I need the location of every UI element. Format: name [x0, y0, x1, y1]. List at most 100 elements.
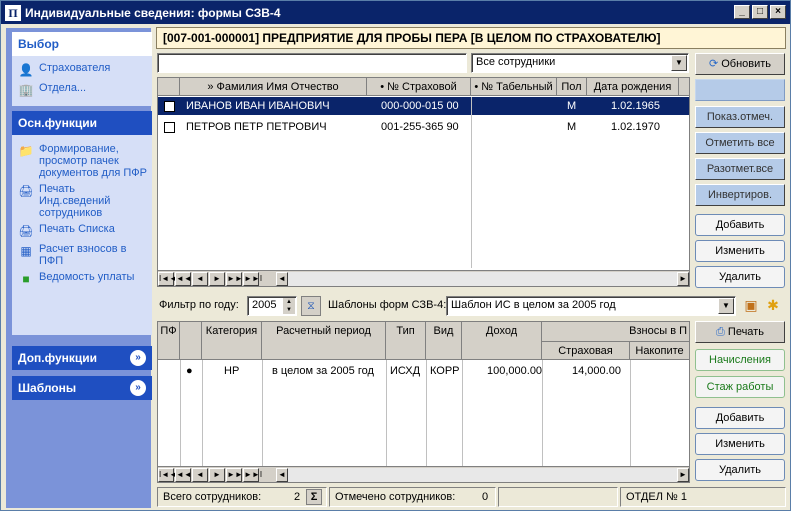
template-open-icon[interactable]: ▣ [742, 297, 760, 315]
mark-all-button[interactable]: Отметить все [695, 132, 785, 154]
spin-arrows-icon[interactable]: ▲ ▼ [283, 298, 295, 314]
chevron-down-icon[interactable]: ▼ [718, 298, 734, 314]
user-icon: 👤 [18, 63, 34, 77]
template-new-icon[interactable]: ✱ [764, 297, 782, 315]
extra-functions-title: Доп.функции [18, 351, 98, 365]
next-record-button[interactable]: ► [209, 271, 225, 286]
printer-icon: 🖨 [18, 224, 34, 238]
col-fio[interactable]: » Фамилия Имя Отчество [180, 78, 367, 96]
select-department-link[interactable]: 🏢 Отдела... [12, 80, 152, 100]
sum-icon[interactable]: Σ [306, 489, 322, 505]
prev-page-button[interactable]: ◄◄ [175, 271, 192, 286]
table-row[interactable]: ИВАНОВ ИВАН ИВАНОВИЧ 000-000-015 00 М 1.… [158, 97, 689, 115]
radio-icon[interactable]: ● [186, 362, 193, 380]
accruals-button[interactable]: Начисления [695, 349, 785, 371]
col-tab-no[interactable]: • № Табельный [471, 78, 557, 96]
col-savings-part[interactable]: Накопите [630, 342, 690, 360]
status-dept: ОТДЕЛ № 1 [620, 487, 786, 507]
col-marker [180, 322, 202, 360]
main-functions-panel: Осн.функции 📁 Формирование, просмотр паче… [12, 111, 152, 335]
row-checkbox[interactable] [164, 100, 175, 112]
last-record-button[interactable]: ►►I [243, 271, 262, 286]
status-empty [498, 487, 618, 507]
row-checkbox[interactable] [164, 121, 175, 133]
last-record-button[interactable]: ►►I [243, 467, 262, 482]
first-record-button[interactable]: I◄◄ [158, 467, 177, 482]
scroll-right-button[interactable]: ► [677, 467, 689, 482]
scroll-left-button[interactable]: ◄ [276, 271, 288, 286]
show-marked-button[interactable]: Показ.отмеч. [695, 106, 785, 128]
table-row[interactable]: ПЕТРОВ ПЕТР ПЕТРОВИЧ 001-255-365 90 М 1.… [158, 118, 689, 136]
unmark-all-button[interactable]: Разотмет.все [695, 158, 785, 180]
search-input[interactable] [157, 53, 467, 73]
col-kind[interactable]: Вид [426, 322, 462, 360]
filter-icon[interactable]: ⧖ [301, 296, 321, 316]
prev-record-button[interactable]: ◄ [192, 467, 208, 482]
add-employee-button[interactable]: Добавить [695, 214, 785, 236]
minimize-button[interactable]: _ [734, 5, 750, 19]
blank-button[interactable] [695, 79, 785, 101]
print-individual-link[interactable]: 🖨 Печать Инд.сведений сотрудников [12, 181, 152, 221]
next-record-button[interactable]: ► [209, 467, 225, 482]
forms-grid: ПФ Категория Расчетный период Тип Вид До… [157, 321, 690, 483]
row-sex: М [567, 121, 577, 133]
col-insurance-no[interactable]: • № Страховой [367, 78, 471, 96]
extra-functions-header[interactable]: Доп.функции » [12, 346, 152, 370]
h-scrollbar[interactable] [288, 467, 677, 482]
template-combo[interactable]: Шаблон ИС в целом за 2005 год ▼ [446, 296, 736, 316]
marked-value: 0 [482, 491, 489, 503]
table-row[interactable]: ● НР в целом за 2005 год ИСХД КОРР 100,0… [158, 362, 689, 380]
chevron-down-icon[interactable]: » [130, 380, 146, 396]
year-filter-spinner[interactable]: 2005 ▲ ▼ [247, 296, 297, 316]
next-page-button[interactable]: ►► [226, 467, 243, 482]
col-category[interactable]: Категория [202, 322, 262, 360]
col-dob[interactable]: Дата рождения [587, 78, 679, 96]
status-total: Всего сотрудников: 2 Σ [157, 487, 327, 507]
refresh-icon: ⟳ [708, 58, 722, 70]
edit-employee-button[interactable]: Изменить [695, 240, 785, 262]
prev-record-button[interactable]: ◄ [192, 271, 208, 286]
print-list-link[interactable]: 🖨 Печать Списка [12, 221, 152, 241]
calc-contributions-link[interactable]: ▦ Расчет взносов в ПФП [12, 241, 152, 269]
templates-header[interactable]: Шаблоны » [12, 376, 152, 400]
payment-statement-link[interactable]: ■ Ведомость уплаты [12, 269, 152, 289]
template-value: Шаблон ИС в целом за 2005 год [451, 299, 616, 311]
edit-form-button[interactable]: Изменить [695, 433, 785, 455]
forms-navbar: I◄◄ ◄◄ ◄ ► ►► ►►I ◄ ► [158, 466, 689, 482]
col-insurance-part[interactable]: Страховая [542, 342, 630, 360]
col-type[interactable]: Тип [386, 322, 426, 360]
scroll-right-button[interactable]: ► [677, 271, 689, 286]
next-page-button[interactable]: ►► [226, 271, 243, 286]
employee-filter-combo[interactable]: Все сотрудники ▼ [471, 53, 689, 73]
delete-form-button[interactable]: Удалить [695, 459, 785, 481]
refresh-button[interactable]: ⟳ Обновить [695, 53, 785, 75]
book-icon: ■ [22, 272, 30, 286]
col-income[interactable]: Доход [462, 322, 542, 360]
org-icon: 🏢 [18, 83, 34, 97]
sidebar: Выбор 👤 Страхователя 🏢 Отдела... Осн.функц… [6, 28, 152, 508]
invert-button[interactable]: Инвертиров. [695, 184, 785, 206]
close-button[interactable]: × [770, 5, 786, 19]
col-sex[interactable]: Пол [557, 78, 587, 96]
delete-employee-button[interactable]: Удалить [695, 266, 785, 288]
row-dob: 1.02.1965 [611, 100, 660, 112]
chevron-down-icon[interactable]: ▼ [671, 55, 687, 71]
h-scrollbar[interactable] [288, 271, 677, 286]
prev-page-button[interactable]: ◄◄ [175, 467, 192, 482]
form-packs-link[interactable]: 📁 Формирование, просмотр пачек документов… [12, 141, 152, 181]
row-income: 100,000.00 [487, 365, 543, 377]
enterprise-header: [007-001-000001] ПРЕДПРИЯТИЕ ДЛЯ ПРОБЫ П… [156, 27, 786, 49]
print-button[interactable]: ⎙ Печать [695, 321, 785, 343]
add-form-button[interactable]: Добавить [695, 407, 785, 429]
chevron-down-icon[interactable]: » [130, 350, 146, 366]
col-pf[interactable]: ПФ [158, 322, 180, 360]
work-experience-button[interactable]: Стаж работы [695, 376, 785, 398]
row-insurance-amount: 14,000.00 [572, 365, 621, 377]
maximize-button[interactable]: □ [752, 5, 768, 19]
scroll-left-button[interactable]: ◄ [276, 467, 288, 482]
col-period[interactable]: Расчетный период [262, 322, 386, 360]
first-record-button[interactable]: I◄◄ [158, 271, 177, 286]
select-insurer-link[interactable]: 👤 Страхователя [12, 60, 152, 80]
select-insurer-label: Страхователя [39, 62, 111, 74]
main-window: П Индивидуальные сведения: формы СЗВ-4 _… [0, 0, 791, 511]
